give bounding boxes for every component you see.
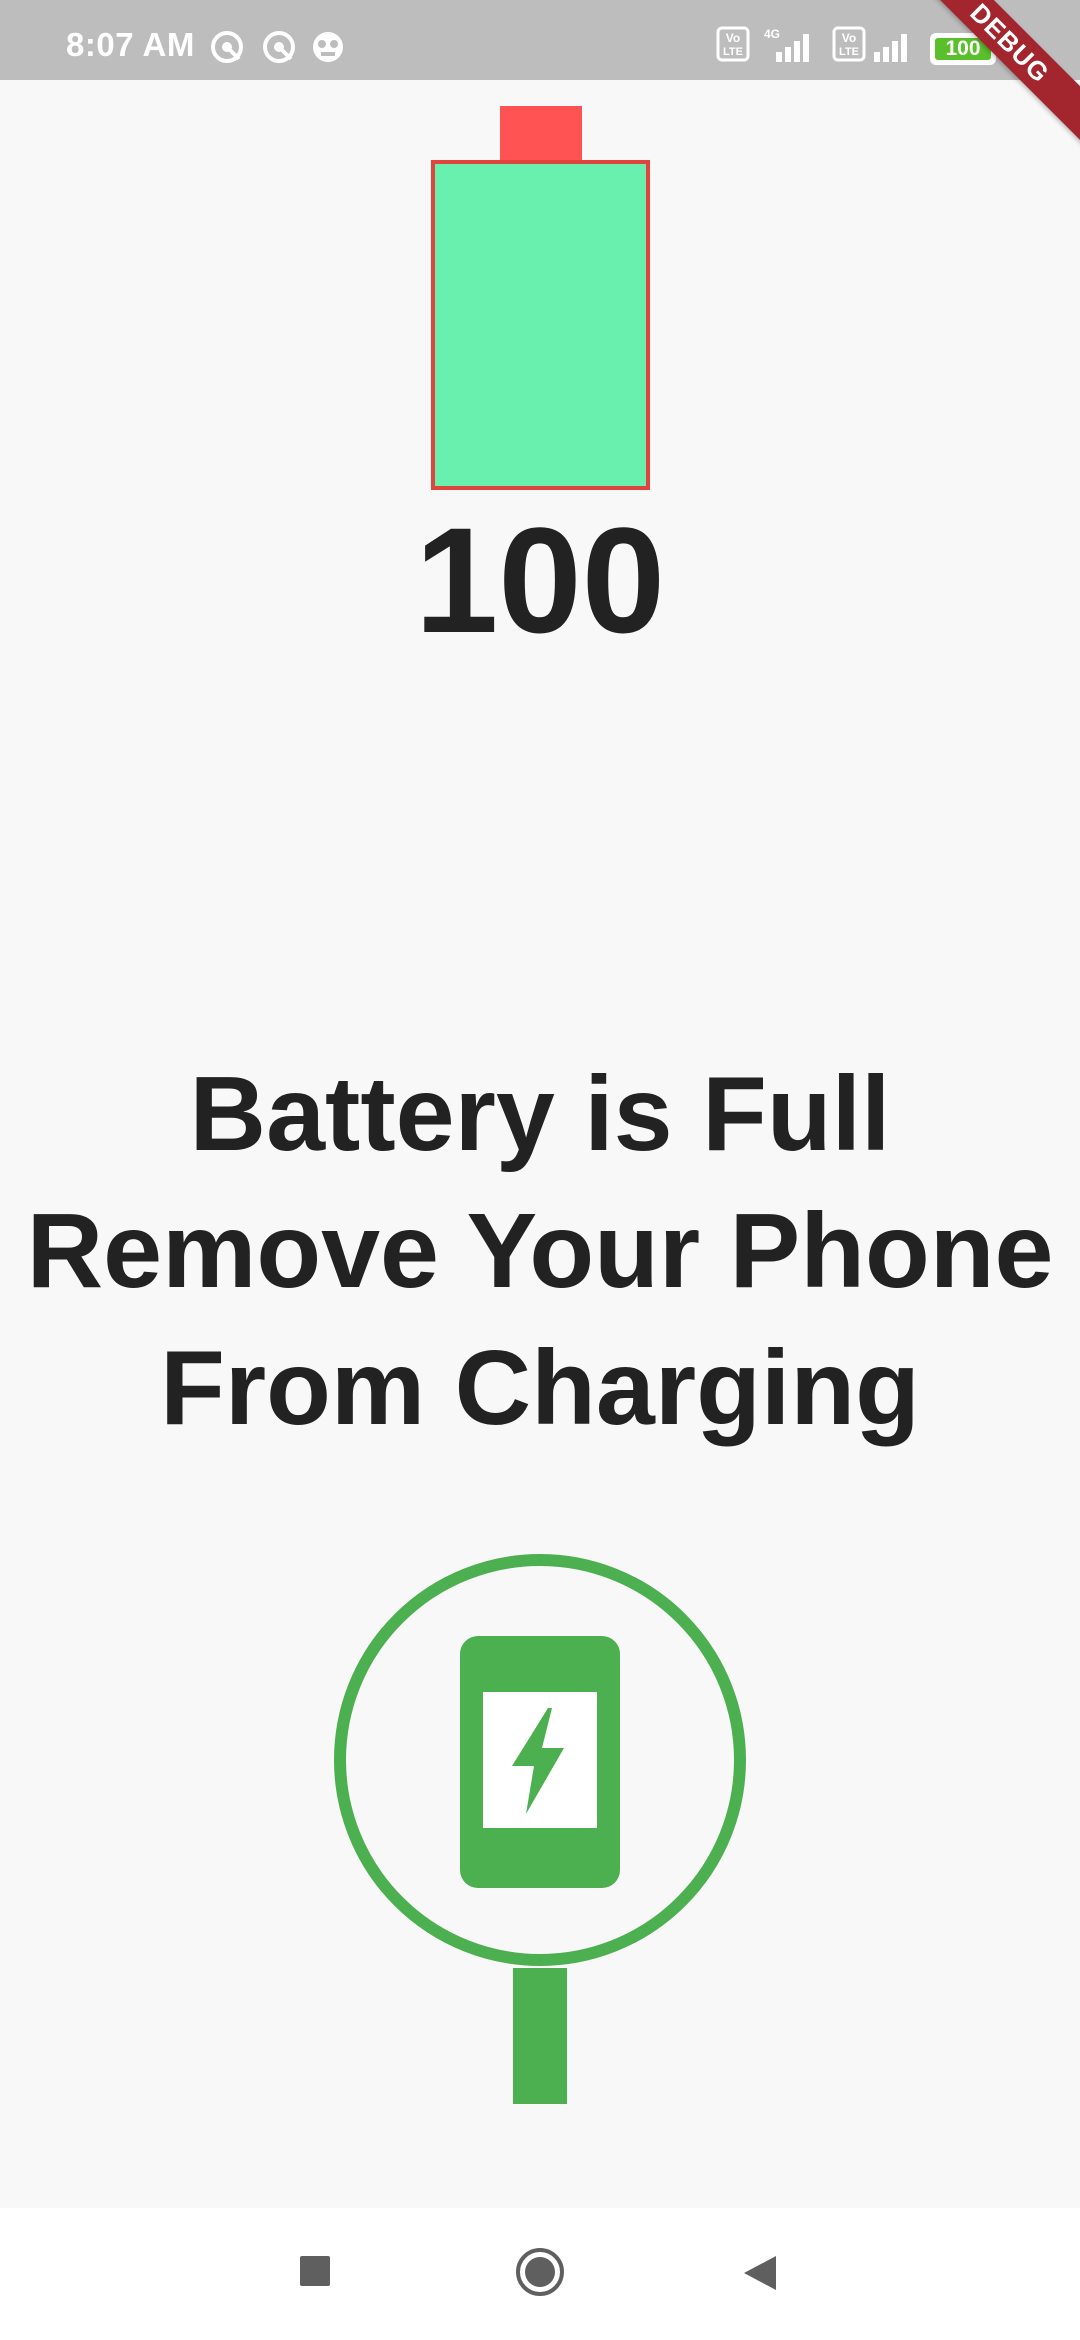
status-time: 8:07 AM <box>66 26 195 63</box>
navigation-bar <box>0 2208 1080 2340</box>
recents-square-icon[interactable] <box>298 2254 332 2288</box>
battery-fill <box>435 164 646 486</box>
svg-text:LTE: LTE <box>723 46 743 58</box>
phone-charging-icon <box>334 1554 746 2104</box>
message-line-1: Battery is Full <box>189 1055 891 1173</box>
svg-text:Vo: Vo <box>842 31 856 45</box>
full-battery-message: Battery is Full Remove Your Phone From C… <box>0 1046 1080 1457</box>
message-line-2: Remove Your Phone <box>26 1192 1054 1310</box>
volte-icon: Vo LTE <box>716 26 750 62</box>
vpn-key-icon <box>263 31 295 63</box>
battery-percentage: 100 <box>414 496 666 664</box>
screen: 8:07 AM Vo LTE 4G Vo LTE 100 DEBUG 100 B… <box>0 0 1080 2340</box>
signal-4g-icon: 4G <box>764 27 809 62</box>
volte-icon: Vo LTE <box>832 26 866 62</box>
message-line-3: From Charging <box>160 1329 920 1447</box>
battery-level-graphic <box>431 160 650 490</box>
svg-text:LTE: LTE <box>839 46 859 58</box>
home-circle-icon[interactable] <box>514 2246 566 2298</box>
vpn-key-icon <box>211 31 243 63</box>
svg-text:Vo: Vo <box>726 31 740 45</box>
signal-icon <box>874 34 907 62</box>
back-triangle-icon[interactable] <box>742 2254 778 2292</box>
svg-text:4G: 4G <box>764 27 780 41</box>
app-notification-icon <box>313 32 343 62</box>
battery-cap <box>500 106 582 162</box>
status-bar: 8:07 AM Vo LTE 4G Vo LTE 100 <box>0 0 1080 80</box>
